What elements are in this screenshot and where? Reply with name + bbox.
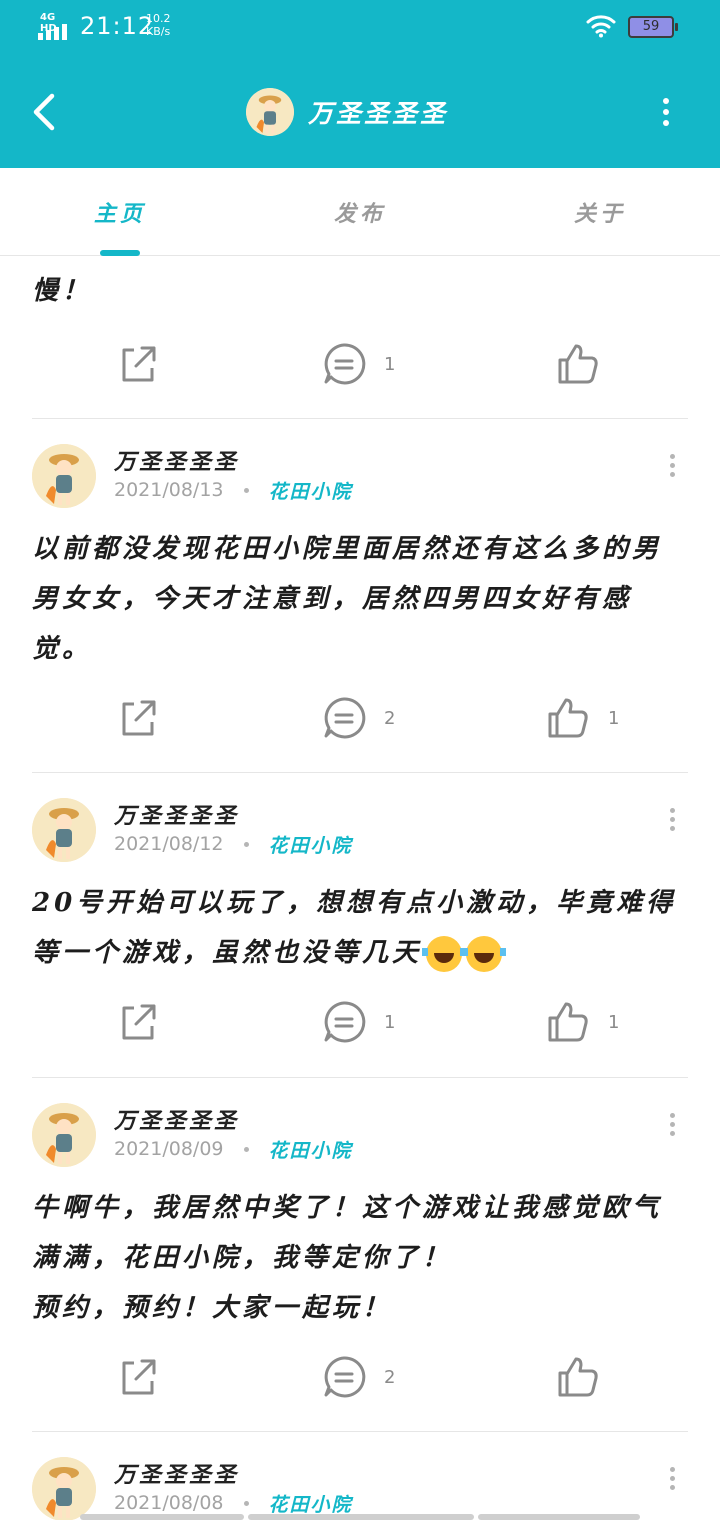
feed[interactable]: 慢！ 1 万圣圣圣圣 2021/08/13 花田小院 以前都没发现花田小院里面居…	[0, 256, 720, 1520]
post-meta: 2021/08/09 花田小院	[114, 1135, 353, 1163]
tab-home[interactable]: 主页	[0, 196, 240, 228]
comment-icon	[324, 1356, 366, 1398]
avatar[interactable]	[32, 1103, 96, 1167]
status-time: 21:12	[80, 12, 155, 40]
post-actions: 2 1	[32, 694, 688, 742]
share-button[interactable]	[116, 998, 160, 1046]
comment-count: 2	[384, 1366, 396, 1388]
thumbs-up-icon	[548, 1002, 588, 1042]
signal-icon: 4G HD	[38, 12, 74, 40]
share-icon	[122, 1004, 156, 1040]
post-text[interactable]: 20号开始可以玩了，想想有点小激动，毕竟难得等一个游戏，虽然也没等几天	[32, 878, 688, 978]
like-count: 1	[608, 707, 620, 729]
speed-unit: KB/s	[146, 25, 171, 38]
share-button[interactable]	[116, 1353, 160, 1401]
like-button[interactable]	[556, 340, 618, 388]
post-meta: 2021/08/08 花田小院	[114, 1489, 353, 1517]
profile-title: 万圣圣圣圣	[246, 88, 448, 136]
status-bar: 4G HD 21:12 10.2 KB/s 59	[0, 0, 720, 56]
like-button[interactable]: 1	[546, 998, 619, 1046]
avatar	[246, 88, 294, 136]
post-text[interactable]: 以前都没发现花田小院里面居然还有这么多的男男女女，今天才注意到，居然四男四女好有…	[32, 524, 688, 674]
comment-icon	[324, 697, 366, 739]
thumbs-up-icon	[558, 344, 598, 384]
page-title: 万圣圣圣圣	[308, 99, 449, 128]
comment-count: 1	[384, 353, 396, 375]
tab-bar: 主页 发布 关于	[0, 168, 720, 256]
more-vertical-icon[interactable]	[666, 808, 678, 844]
separator-dot	[243, 841, 249, 847]
post-meta: 2021/08/12 花田小院	[114, 830, 353, 858]
comment-button[interactable]: 2	[322, 694, 395, 742]
divider	[32, 1431, 688, 1432]
tab-about[interactable]: 关于	[480, 196, 720, 228]
game-tag[interactable]: 花田小院	[269, 831, 353, 858]
post-actions: 2	[32, 1353, 688, 1401]
author-name[interactable]: 万圣圣圣圣	[114, 1457, 239, 1489]
post-date: 2021/08/13	[114, 479, 224, 501]
post-actions: 1 1	[32, 998, 688, 1046]
author-name[interactable]: 万圣圣圣圣	[114, 1103, 239, 1135]
game-tag[interactable]: 花田小院	[269, 477, 353, 504]
comment-button[interactable]: 1	[322, 998, 395, 1046]
post-actions: 1	[32, 340, 688, 388]
battery-icon: 59	[628, 16, 678, 38]
post-text-content: 20号开始可以玩了，想想有点小激动，毕竟难得等一个游戏，虽然也没等几天	[32, 888, 677, 968]
share-button[interactable]	[116, 694, 160, 742]
more-vertical-icon[interactable]	[654, 94, 678, 130]
author-name[interactable]: 万圣圣圣圣	[114, 444, 239, 476]
post-meta: 2021/08/13 花田小院	[114, 476, 353, 504]
comment-count: 2	[384, 707, 396, 729]
author-name[interactable]: 万圣圣圣圣	[114, 798, 239, 830]
comment-icon	[324, 343, 366, 385]
game-tag[interactable]: 花田小院	[269, 1136, 353, 1163]
separator-dot	[243, 1500, 249, 1506]
back-arrow-icon[interactable]	[30, 92, 60, 132]
comment-button[interactable]: 2	[322, 1353, 395, 1401]
tab-posts[interactable]: 发布	[240, 196, 480, 228]
network-speed: 10.2 KB/s	[146, 12, 171, 38]
like-count: 1	[608, 1011, 620, 1033]
laughing-tears-emoji	[422, 936, 467, 972]
comment-count: 1	[384, 1011, 396, 1033]
separator-dot	[243, 487, 249, 493]
app-header: 4G HD 21:12 10.2 KB/s 59 万圣圣圣圣	[0, 0, 720, 168]
divider	[32, 418, 688, 419]
avatar[interactable]	[32, 444, 96, 508]
separator-dot	[243, 1146, 249, 1152]
divider	[32, 772, 688, 773]
thumbs-up-icon	[558, 1357, 598, 1397]
share-icon	[122, 1359, 156, 1395]
speed-value: 10.2	[146, 12, 171, 25]
thumbs-up-icon	[548, 698, 588, 738]
like-button[interactable]: 1	[546, 694, 619, 742]
scroll-indicator	[80, 1514, 244, 1520]
post-text: 慢！	[32, 276, 93, 306]
post-date: 2021/08/08	[114, 1492, 224, 1514]
post-date: 2021/08/09	[114, 1138, 224, 1160]
scroll-indicator	[248, 1514, 474, 1520]
laughing-tears-emoji	[462, 936, 507, 972]
post-text[interactable]: 牛啊牛，我居然中奖了！这个游戏让我感觉欧气满满，花田小院，我等定你了！ 预约，预…	[32, 1183, 688, 1333]
avatar[interactable]	[32, 1457, 96, 1520]
share-icon	[122, 700, 156, 736]
more-vertical-icon[interactable]	[666, 1113, 678, 1149]
more-vertical-icon[interactable]	[666, 1467, 678, 1503]
avatar[interactable]	[32, 798, 96, 862]
like-button[interactable]	[556, 1353, 618, 1401]
divider	[32, 1077, 688, 1078]
wifi-icon	[586, 15, 616, 38]
comment-button[interactable]: 1	[322, 340, 395, 388]
share-button[interactable]	[116, 340, 160, 388]
share-icon	[122, 346, 156, 382]
game-tag[interactable]: 花田小院	[269, 1490, 353, 1517]
post-date: 2021/08/12	[114, 833, 224, 855]
more-vertical-icon[interactable]	[666, 454, 678, 490]
scroll-indicator	[478, 1514, 640, 1520]
comment-icon	[324, 1001, 366, 1043]
